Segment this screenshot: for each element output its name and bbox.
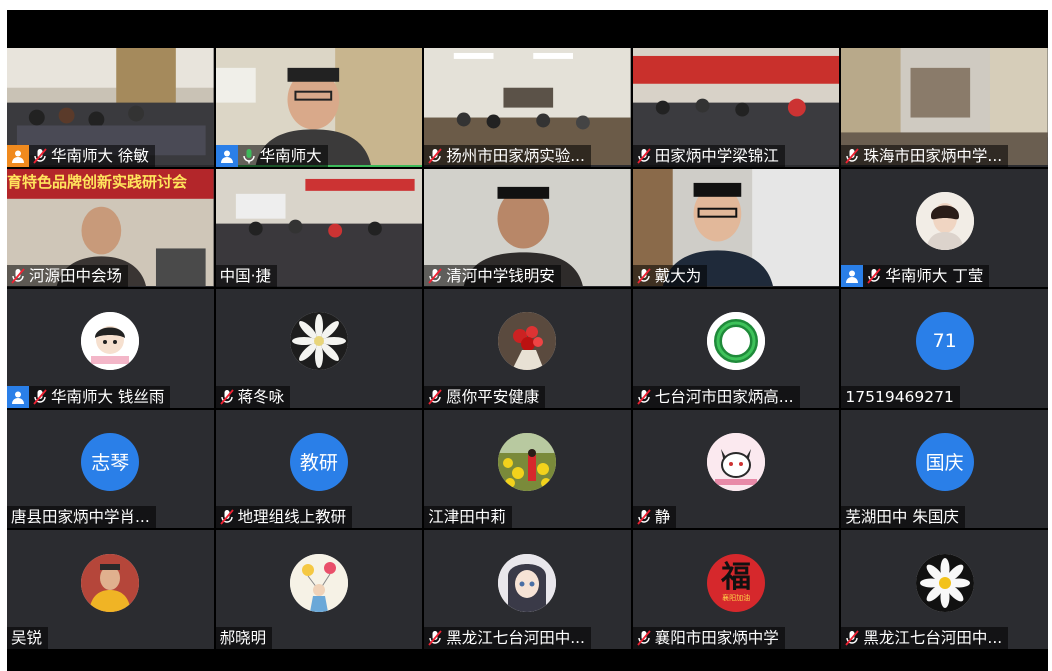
participant-name: 戴大为 (654, 267, 702, 286)
participant-tile[interactable]: 教研 地理组线上教研 (215, 409, 423, 529)
participant-tile[interactable]: 清河中学钱明安 (424, 168, 631, 288)
participant-tile[interactable]: 福 襄阳加油 襄阳市田家炳中学 (632, 530, 840, 649)
participant-tile[interactable]: 扬州市田家炳实验... (424, 48, 631, 167)
participant-name: 襄阳市田家炳中学 (654, 628, 779, 647)
avatar-initials: 国庆 (915, 432, 974, 491)
mic-muted-icon (635, 145, 653, 167)
mic-muted-icon (426, 386, 444, 408)
participant-tile[interactable]: 华南师大 徐敏 (7, 48, 214, 167)
mic-muted-icon (426, 145, 444, 167)
avatar (915, 191, 974, 250)
participant-tile[interactable]: 江津田中莉 (424, 409, 631, 529)
host-icon (841, 265, 864, 288)
mic-muted-icon (426, 627, 444, 649)
host-icon (7, 144, 29, 167)
participant-tile-active-speaker[interactable]: 华南师大 (215, 48, 423, 167)
mic-muted-icon (31, 145, 49, 167)
participant-tile[interactable]: 华南师大 钱丝雨 (7, 289, 214, 408)
participant-name: 郝晓明 (219, 628, 267, 647)
participant-tile[interactable]: 国庆 芜湖田中 朱国庆 (841, 409, 1048, 529)
mic-muted-icon (635, 627, 653, 649)
mic-muted-icon (9, 265, 27, 287)
participant-name: 华南师大 丁莹 (885, 267, 984, 286)
participant-name: 田家炳中学梁锦江 (654, 146, 779, 165)
meeting-window: 华南师大 徐敏 华南师大 扬州市田家炳实验... 田家炳中学梁锦江 珠海市田家炳… (7, 10, 1048, 671)
avatar-initials: 教研 (289, 432, 348, 491)
participant-name: 河源田中会场 (29, 267, 123, 286)
participant-name: 黑龙江七台河田中... (863, 628, 1003, 647)
avatar-fu-text: 福 (721, 560, 752, 596)
avatar (707, 312, 766, 371)
participant-name: 愿你平安健康 (446, 387, 540, 406)
participant-tile[interactable]: 华南师大 丁莹 (841, 168, 1048, 288)
participant-tile[interactable]: 七台河市田家炳高... (632, 289, 840, 408)
participant-name: 唐县田家炳中学肖... (11, 508, 150, 527)
mic-active-icon (240, 145, 258, 167)
avatar (707, 432, 766, 491)
mic-muted-icon (426, 265, 444, 287)
participant-tile[interactable]: 育特色品牌创新实践研讨会 河源田中会场 (7, 168, 214, 288)
participant-tile[interactable]: 珠海市田家炳中学... (841, 48, 1048, 167)
participant-name: 华南师大 (259, 146, 322, 165)
participant-name: 扬州市田家炳实验... (446, 146, 585, 165)
mic-muted-icon (635, 506, 653, 528)
host-icon (215, 144, 238, 167)
mic-muted-icon (635, 265, 653, 287)
participant-name: 华南师大 徐敏 (51, 146, 149, 165)
mic-muted-icon (218, 506, 236, 528)
participant-tile[interactable]: 黑龙江七台河田中... (424, 530, 631, 649)
video-grid: 华南师大 徐敏 华南师大 扬州市田家炳实验... 田家炳中学梁锦江 珠海市田家炳… (7, 48, 1048, 649)
avatar-fu-subtext: 襄阳加油 (722, 594, 751, 603)
participant-tile[interactable]: 戴大为 (632, 168, 840, 288)
avatar (289, 553, 348, 612)
mic-muted-icon (865, 265, 883, 287)
participant-name: 江津田中莉 (428, 508, 506, 527)
participant-name: 黑龙江七台河田中... (446, 628, 585, 647)
avatar (289, 312, 348, 371)
participant-name: 吴锐 (11, 628, 43, 647)
participant-name: 17519469271 (845, 387, 954, 406)
avatar (498, 432, 557, 491)
participant-name: 芜湖田中 朱国庆 (845, 508, 959, 527)
avatar-initials: 71 (915, 312, 974, 371)
mic-muted-icon (635, 386, 653, 408)
avatar-initials: 志琴 (81, 432, 140, 491)
avatar (498, 553, 557, 612)
mic-muted-icon (31, 386, 49, 408)
participant-name: 七台河市田家炳高... (654, 387, 794, 406)
participant-tile[interactable]: 蒋冬咏 (215, 289, 423, 408)
participant-name: 静 (654, 508, 671, 527)
participant-tile[interactable]: 71 17519469271 (841, 289, 1048, 408)
host-icon (7, 385, 29, 408)
avatar (81, 553, 140, 612)
participant-tile[interactable]: 郝晓明 (215, 530, 423, 649)
participant-tile[interactable]: 志琴 唐县田家炳中学肖... (7, 409, 214, 529)
mic-muted-icon (843, 145, 861, 167)
avatar (81, 312, 140, 371)
participant-name: 华南师大 钱丝雨 (51, 387, 165, 406)
avatar (498, 312, 557, 371)
mic-muted-icon (218, 386, 236, 408)
participant-tile[interactable]: 吴锐 (7, 530, 214, 649)
participant-name: 地理组线上教研 (237, 508, 347, 527)
participant-name: 珠海市田家炳中学... (863, 146, 1003, 165)
participant-name: 清河中学钱明安 (446, 267, 555, 286)
participant-tile[interactable]: 愿你平安健康 (424, 289, 631, 408)
participant-name: 中国·捷 (219, 267, 272, 286)
participant-name: 蒋冬咏 (237, 387, 285, 406)
participant-tile[interactable]: 田家炳中学梁锦江 (632, 48, 840, 167)
banner-text: 育特色品牌创新实践研讨会 (7, 172, 188, 191)
participant-tile[interactable]: 中国·捷 (215, 168, 423, 288)
avatar: 福 襄阳加油 (707, 553, 766, 612)
avatar (915, 553, 974, 612)
participant-tile[interactable]: 静 (632, 409, 840, 529)
participant-tile[interactable]: 黑龙江七台河田中... (841, 530, 1048, 649)
mic-muted-icon (843, 627, 861, 649)
